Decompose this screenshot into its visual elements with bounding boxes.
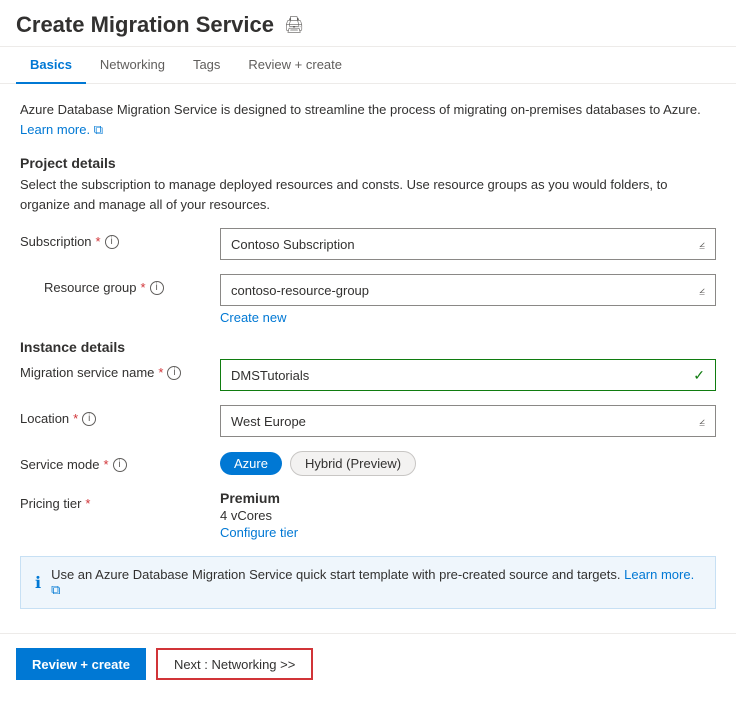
- migration-service-name-label: Migration service name * i: [20, 359, 220, 380]
- migration-service-name-input[interactable]: DMSTutorials ✓: [220, 359, 716, 391]
- migration-service-name-row: Migration service name * i DMSTutorials …: [20, 359, 716, 391]
- valid-check-icon: ✓: [693, 367, 705, 384]
- pricing-tier-control: Premium 4 vCores Configure tier: [220, 490, 716, 540]
- pricing-tier-name: Premium: [220, 490, 716, 506]
- page-header: Create Migration Service 🖨: [0, 0, 736, 47]
- service-mode-control: Azure Hybrid (Preview): [220, 451, 716, 476]
- resource-group-select[interactable]: contoso-resource-group ⦤: [220, 274, 716, 306]
- intro-learn-more-link[interactable]: Learn more. ⧉: [20, 122, 103, 137]
- intro-section: Azure Database Migration Service is desi…: [20, 100, 716, 139]
- service-mode-hybrid[interactable]: Hybrid (Preview): [290, 451, 416, 476]
- subscription-info-icon[interactable]: i: [105, 235, 119, 249]
- location-control: West Europe ⦤: [220, 405, 716, 437]
- footer: Review + create Next : Networking >>: [0, 633, 736, 694]
- pricing-tier-cores: 4 vCores: [220, 508, 716, 523]
- subscription-required: *: [96, 234, 101, 249]
- info-banner-icon: ℹ: [35, 573, 41, 593]
- intro-description: Azure Database Migration Service is desi…: [20, 100, 716, 139]
- resource-group-chevron: ⦤: [699, 285, 705, 296]
- main-content: Azure Database Migration Service is desi…: [0, 84, 736, 625]
- service-mode-required: *: [103, 457, 108, 472]
- service-mode-azure[interactable]: Azure: [220, 452, 282, 475]
- project-details-description: Select the subscription to manage deploy…: [20, 175, 716, 214]
- location-required: *: [73, 411, 78, 426]
- subscription-row: Subscription * i Contoso Subscription ⦤: [20, 228, 716, 260]
- page-title: Create Migration Service: [16, 12, 274, 38]
- tab-basics[interactable]: Basics: [16, 47, 86, 84]
- location-row: Location * i West Europe ⦤: [20, 405, 716, 437]
- pricing-tier-required: *: [85, 496, 90, 511]
- tab-bar: Basics Networking Tags Review + create: [0, 47, 736, 84]
- review-create-button[interactable]: Review + create: [16, 648, 146, 680]
- subscription-select[interactable]: Contoso Subscription ⦤: [220, 228, 716, 260]
- info-banner: ℹ Use an Azure Database Migration Servic…: [20, 556, 716, 609]
- subscription-label: Subscription * i: [20, 228, 220, 249]
- tab-networking[interactable]: Networking: [86, 47, 179, 84]
- pricing-tier-label: Pricing tier *: [20, 490, 220, 511]
- pricing-tier-row: Pricing tier * Premium 4 vCores Configur…: [20, 490, 716, 540]
- instance-details-title: Instance details: [20, 339, 716, 355]
- service-mode-label: Service mode * i: [20, 451, 220, 472]
- service-mode-info-icon[interactable]: i: [113, 458, 127, 472]
- service-mode-options: Azure Hybrid (Preview): [220, 451, 716, 476]
- resource-group-info-icon[interactable]: i: [150, 281, 164, 295]
- resource-group-required: *: [141, 280, 146, 295]
- migration-service-name-info-icon[interactable]: i: [167, 366, 181, 380]
- resource-group-row: Resource group * i contoso-resource-grou…: [36, 274, 716, 325]
- migration-service-name-required: *: [158, 365, 163, 380]
- location-label: Location * i: [20, 405, 220, 426]
- location-chevron: ⦤: [699, 416, 705, 427]
- configure-tier-link[interactable]: Configure tier: [220, 525, 298, 540]
- subscription-control: Contoso Subscription ⦤: [220, 228, 716, 260]
- info-banner-text: Use an Azure Database Migration Service …: [51, 567, 701, 598]
- resource-group-control: contoso-resource-group ⦤ Create new: [220, 274, 716, 325]
- tab-tags[interactable]: Tags: [179, 47, 234, 84]
- subscription-chevron: ⦤: [699, 239, 705, 250]
- print-icon[interactable]: 🖨: [284, 15, 304, 35]
- service-mode-row: Service mode * i Azure Hybrid (Preview): [20, 451, 716, 476]
- migration-service-name-control: DMSTutorials ✓: [220, 359, 716, 391]
- next-networking-button[interactable]: Next : Networking >>: [156, 648, 313, 680]
- location-select[interactable]: West Europe ⦤: [220, 405, 716, 437]
- resource-group-label: Resource group * i: [44, 274, 244, 295]
- tab-review-create[interactable]: Review + create: [234, 47, 356, 84]
- location-info-icon[interactable]: i: [82, 412, 96, 426]
- project-details-title: Project details: [20, 155, 716, 171]
- create-new-link[interactable]: Create new: [220, 310, 716, 325]
